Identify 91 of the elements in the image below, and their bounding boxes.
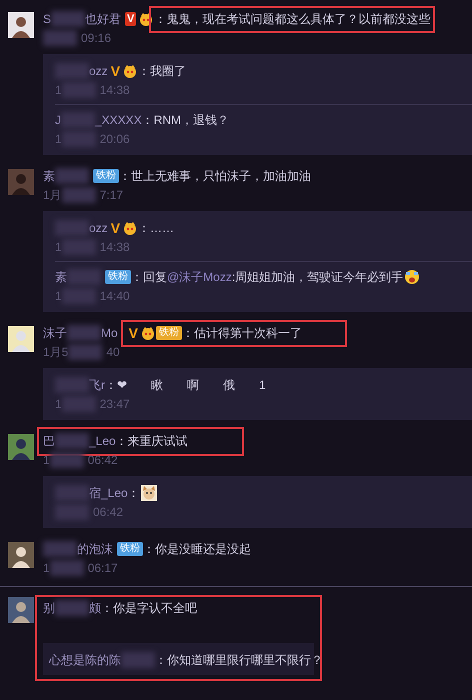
comment-time: 7:17	[100, 188, 124, 202]
blurred-patch	[67, 325, 101, 341]
user-name: 宿_Leo	[89, 484, 128, 502]
comment-time: 14:38	[100, 83, 130, 97]
comment-time: 1月5	[43, 344, 68, 360]
comment-text: ：回复	[131, 268, 167, 286]
user-name: ozz	[89, 221, 108, 235]
user-name: ozz	[89, 64, 108, 78]
comment-time: 1	[43, 453, 50, 467]
verified-label: V	[110, 64, 120, 78]
user-name: 飞r	[89, 376, 105, 394]
blurred-patch	[62, 82, 96, 98]
user-name: _Leo	[89, 434, 116, 448]
user-name: 心想是陈的陈	[49, 652, 121, 668]
user-name: 也好君	[85, 10, 122, 28]
blurred-patch	[55, 600, 89, 616]
avatar	[8, 169, 34, 195]
user-name: S	[43, 12, 52, 26]
user-name: 素	[43, 168, 55, 184]
blurred-patch	[51, 11, 86, 27]
comment-text: ：你是没睡还是没起	[143, 540, 251, 558]
blurred-patch	[62, 239, 96, 255]
avatar	[8, 12, 34, 38]
comment-time: 20:06	[100, 132, 130, 146]
comment-time: 1	[55, 83, 62, 97]
comment-time: 40	[106, 345, 120, 359]
blurred-patch	[55, 168, 89, 184]
blurred-patch	[67, 269, 101, 285]
fan-badge: 铁粉	[93, 169, 119, 183]
blurred-patch	[55, 220, 89, 236]
comment-time: 1	[55, 397, 62, 411]
blurred-patch	[62, 396, 96, 412]
comment-text: ：我圈了	[138, 62, 186, 80]
comment-time: 1月	[43, 186, 62, 204]
avatar	[8, 597, 34, 623]
blurred-patch	[43, 30, 77, 46]
blurred-patch	[62, 187, 96, 203]
user-name: J	[55, 113, 61, 127]
blurred-patch	[55, 485, 89, 501]
comment-time: 1	[55, 132, 62, 146]
user-name: Mo	[101, 326, 118, 340]
comment-text: ：……	[138, 220, 174, 236]
comment-text: ：❤ 瞅 啊 俄 1	[105, 376, 266, 394]
comment-time: 14:40	[100, 289, 130, 303]
comment-text: ：世上无难事，只怕沫子，加油加油	[119, 168, 311, 184]
blurred-patch	[62, 288, 96, 304]
user-name: 巴	[43, 432, 55, 450]
comment-text: ：鬼鬼，现在考试问题都这么具体了？以前都没这些	[154, 10, 430, 28]
blurred-patch	[61, 112, 95, 128]
comment-text: ：	[128, 484, 140, 502]
blurred-patch	[50, 452, 84, 468]
avatar	[8, 326, 34, 352]
avatar	[8, 434, 34, 460]
comment-time: 06:42	[88, 453, 118, 467]
comment-time: 1	[55, 289, 62, 303]
blurred-patch	[50, 560, 84, 576]
avatar	[8, 542, 34, 568]
comment-time: 1	[55, 240, 62, 254]
user-name: _XXXXX	[95, 113, 142, 127]
comment-text: ：来重庆试试	[116, 432, 188, 450]
blurred-patch	[62, 131, 96, 147]
comment-time: 06:42	[93, 505, 124, 519]
user-name: 的泡沫	[77, 540, 113, 558]
verified-label: V	[110, 221, 120, 235]
fan-badge: 铁粉	[117, 542, 143, 556]
comment-text: ：RNM，退钱？	[142, 112, 230, 128]
user-name: 别	[43, 600, 55, 616]
comment-text: ：你是字认不全吧	[101, 600, 197, 616]
mention-link[interactable]: @沫子Mozz	[167, 268, 232, 286]
blurred-patch	[43, 541, 77, 557]
fan-badge: 铁粉	[156, 326, 182, 340]
comment-time: 06:17	[88, 561, 118, 575]
comment-time: 1	[43, 561, 50, 575]
user-name: 素	[55, 268, 67, 286]
blurred-patch	[55, 63, 89, 79]
blurred-patch	[121, 652, 155, 668]
comment-time: 14:38	[100, 240, 130, 254]
comment-text: :周姐姐加油，驾驶证今年必到手	[232, 268, 404, 286]
user-name: 沫子	[43, 324, 67, 342]
verified-label: V	[125, 12, 136, 26]
comment-text: ：估计得第十次科一了	[182, 324, 302, 342]
blurred-patch	[55, 433, 89, 449]
blurred-patch	[55, 377, 89, 393]
comment-time: 23:47	[100, 397, 130, 411]
verified-label: V	[128, 326, 138, 340]
blurred-patch	[68, 344, 102, 360]
user-name: 颇	[89, 600, 101, 616]
blurred-patch	[55, 504, 89, 520]
comment-time: 09:16	[81, 31, 112, 45]
fan-badge: 铁粉	[105, 270, 131, 284]
comment-text: ：你知道哪里限行哪里不限行？	[155, 652, 323, 668]
